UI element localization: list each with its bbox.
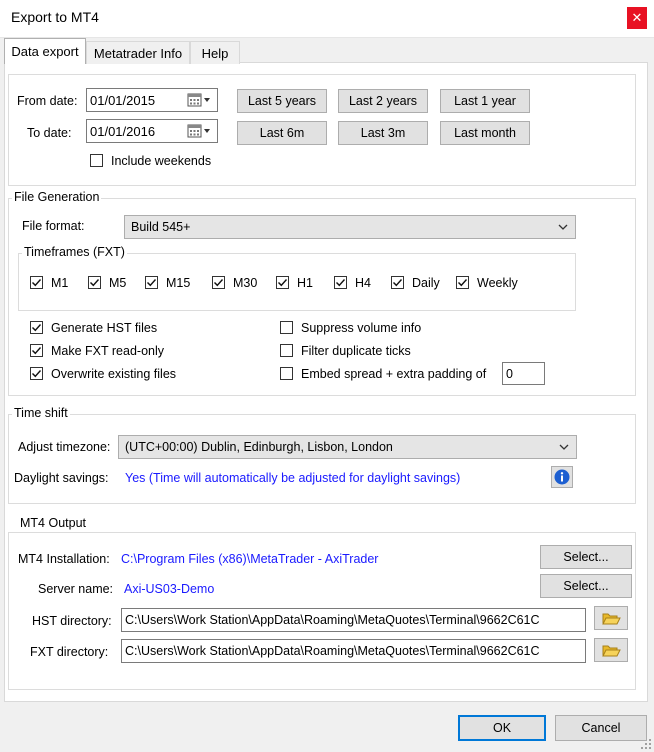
tab-data-export[interactable]: Data export xyxy=(4,38,86,64)
last-3m-button[interactable]: Last 3m xyxy=(338,121,428,145)
mt4-installation-label: MT4 Installation: xyxy=(18,552,110,566)
tab-metatrader-info[interactable]: Metatrader Info xyxy=(86,41,190,64)
file-format-value: Build 545+ xyxy=(131,220,191,234)
padding-input[interactable]: 0 xyxy=(502,362,545,385)
timeframe-label: M5 xyxy=(109,276,127,290)
fxt-directory-label: FXT directory: xyxy=(30,645,109,659)
timeframe-checkbox-daily[interactable] xyxy=(391,276,404,289)
from-date-value: 01/01/2015 xyxy=(90,92,156,108)
timeframe-checkbox-m5[interactable] xyxy=(88,276,101,289)
timeframe-checkbox-m1[interactable] xyxy=(30,276,43,289)
resize-grip-icon[interactable] xyxy=(640,738,652,750)
hst-directory-value: C:\Users\Work Station\AppData\Roaming\Me… xyxy=(125,613,540,627)
timeframes-title: Timeframes (FXT) xyxy=(22,245,127,259)
chevron-down-icon xyxy=(558,224,568,230)
option-label: Make FXT read-only xyxy=(51,344,165,358)
chevron-down-icon xyxy=(559,444,569,450)
include-weekends-label: Include weekends xyxy=(111,154,212,168)
last-2-years-button[interactable]: Last 2 years xyxy=(338,89,428,113)
calendar-dropdown-icon[interactable] xyxy=(187,92,211,108)
timeframe-checkbox-weekly[interactable] xyxy=(456,276,469,289)
file-format-label: File format: xyxy=(22,219,85,233)
last-1-year-button[interactable]: Last 1 year xyxy=(440,89,530,113)
option-checkbox-options_right-2[interactable] xyxy=(280,367,293,380)
timeframe-label: M30 xyxy=(233,276,258,290)
close-button[interactable]: ✕ xyxy=(627,7,647,29)
close-icon: ✕ xyxy=(631,10,643,25)
select-server-button[interactable]: Select... xyxy=(540,574,632,598)
timeframe-checkbox-m15[interactable] xyxy=(145,276,158,289)
timeframe-label: Daily xyxy=(412,276,440,290)
last-month-button[interactable]: Last month xyxy=(440,121,530,145)
time-shift-title: Time shift xyxy=(12,406,70,420)
option-checkbox-options_left-0[interactable] xyxy=(30,321,43,334)
calendar-dropdown-icon[interactable] xyxy=(187,123,211,139)
timeframe-checkbox-h1[interactable] xyxy=(276,276,289,289)
timeframe-checkbox-m30[interactable] xyxy=(212,276,225,289)
last-5-years-button[interactable]: Last 5 years xyxy=(237,89,327,113)
timeframe-label: H4 xyxy=(355,276,371,290)
tab-label: Data export xyxy=(11,44,79,59)
to-date-value: 01/01/2016 xyxy=(90,123,156,139)
tab-label: Help xyxy=(201,45,229,61)
timezone-value: (UTC+00:00) Dublin, Edinburgh, Lisbon, L… xyxy=(125,440,393,454)
server-name-value: Axi-US03-Demo xyxy=(124,582,215,596)
option-label: Overwrite existing files xyxy=(51,367,177,381)
to-date-picker[interactable]: 01/01/2016 xyxy=(86,119,218,143)
daylight-savings-value: Yes (Time will automatically be adjusted… xyxy=(125,471,461,485)
option-label: Filter duplicate ticks xyxy=(301,344,411,358)
browse-hst-button[interactable] xyxy=(594,606,628,630)
timeframe-label: M1 xyxy=(51,276,69,290)
folder-icon xyxy=(602,645,621,657)
timeframe-label: Weekly xyxy=(477,276,518,290)
hst-directory-input[interactable]: C:\Users\Work Station\AppData\Roaming\Me… xyxy=(121,608,586,632)
browse-fxt-button[interactable] xyxy=(594,638,628,662)
folder-icon xyxy=(602,613,621,625)
window-title: Export to MT4 xyxy=(11,9,99,25)
file-format-select[interactable]: Build 545+ xyxy=(124,215,576,239)
option-label: Suppress volume info xyxy=(301,321,422,335)
time-shift-group xyxy=(8,414,636,504)
fxt-directory-value: C:\Users\Work Station\AppData\Roaming\Me… xyxy=(125,644,540,658)
option-label: Embed spread + extra padding of xyxy=(301,367,487,381)
timezone-select[interactable]: (UTC+00:00) Dublin, Edinburgh, Lisbon, L… xyxy=(118,435,577,459)
info-icon xyxy=(554,469,570,485)
mt4-installation-value: C:\Program Files (x86)\MetaTrader - AxiT… xyxy=(121,552,379,566)
timeframe-label: M15 xyxy=(166,276,191,290)
from-date-label: From date: xyxy=(17,94,78,108)
daylight-savings-label: Daylight savings: xyxy=(14,471,109,485)
server-name-label: Server name: xyxy=(38,582,114,596)
timeframe-checkbox-h4[interactable] xyxy=(334,276,347,289)
tab-help[interactable]: Help xyxy=(190,41,240,64)
select-installation-button[interactable]: Select... xyxy=(540,545,632,569)
option-label: Generate HST files xyxy=(51,321,158,335)
option-checkbox-options_right-0[interactable] xyxy=(280,321,293,334)
ok-button[interactable]: OK xyxy=(458,715,546,741)
fxt-directory-input[interactable]: C:\Users\Work Station\AppData\Roaming\Me… xyxy=(121,639,586,663)
hst-directory-label: HST directory: xyxy=(32,614,112,628)
padding-value: 0 xyxy=(506,366,513,381)
mt4-output-title: MT4 Output xyxy=(18,516,88,530)
file-generation-title: File Generation xyxy=(12,190,102,204)
include-weekends-checkbox[interactable] xyxy=(90,154,103,167)
cancel-button[interactable]: Cancel xyxy=(555,715,647,741)
option-checkbox-options_left-2[interactable] xyxy=(30,367,43,380)
from-date-picker[interactable]: 01/01/2015 xyxy=(86,88,218,112)
timeframe-label: H1 xyxy=(297,276,313,290)
to-date-label: To date: xyxy=(27,126,72,140)
last-6m-button[interactable]: Last 6m xyxy=(237,121,327,145)
option-checkbox-options_right-1[interactable] xyxy=(280,344,293,357)
timezone-label: Adjust timezone: xyxy=(18,440,111,454)
option-checkbox-options_left-1[interactable] xyxy=(30,344,43,357)
info-button[interactable] xyxy=(551,466,573,488)
tab-label: Metatrader Info xyxy=(93,45,183,61)
